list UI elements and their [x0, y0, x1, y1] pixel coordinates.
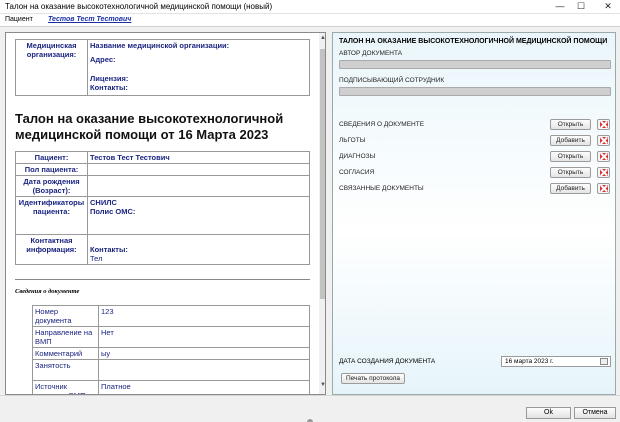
- org-address-label: Адрес:: [90, 55, 116, 64]
- row-label-document-info: СВЕДЕНИЯ О ДОКУМЕНТЕ: [339, 121, 425, 128]
- contact-info-label: Контактная информация:: [15, 234, 88, 265]
- window-title: Талон на оказание высокотехнологичной ме…: [5, 2, 273, 11]
- document-scrollbar[interactable]: ▲ ▼: [319, 33, 325, 394]
- delete-icon[interactable]: [597, 167, 610, 178]
- table-row: Комментарий ыу: [32, 347, 310, 360]
- delete-icon[interactable]: [597, 135, 610, 146]
- calendar-icon[interactable]: [600, 358, 608, 365]
- creation-date-picker[interactable]: 16 марта 2023 г.: [501, 356, 611, 367]
- close-icon[interactable]: ✕: [597, 0, 619, 13]
- title-bar: Талон на оказание высокотехнологичной ме…: [0, 0, 620, 14]
- table-row: Номер документа 123: [32, 305, 310, 327]
- minimize-icon[interactable]: —: [549, 0, 571, 13]
- org-license-label: Лицензия:: [90, 74, 129, 83]
- detail-label: Источник оказания ВМП: [32, 380, 99, 394]
- ids-label: Идентификаторы пациента:: [15, 196, 88, 235]
- patient-table: Пациент: Тестов Тест Тестович Пол пациен…: [15, 151, 310, 265]
- org-contacts-label: Контакты:: [90, 83, 128, 92]
- detail-value: 123: [98, 305, 310, 327]
- ids-value: СНИЛС Полис ОМС:: [87, 196, 310, 235]
- panel-title: ТАЛОН НА ОКАЗАНИЕ ВЫСОКОТЕХНОЛОГИЧНОЙ МЕ…: [339, 38, 608, 45]
- detail-value: ыу: [98, 347, 310, 360]
- maximize-icon[interactable]: ☐: [570, 0, 592, 13]
- delete-icon[interactable]: [597, 119, 610, 130]
- section-title: Сведения о документе: [15, 288, 80, 295]
- table-row: Направление на ВМП Нет: [32, 326, 310, 348]
- cancel-button[interactable]: Отмена: [574, 407, 616, 419]
- oms-label: Полис ОМС:: [90, 207, 136, 216]
- row-label-consents: СОГЛАСИЯ: [339, 169, 375, 176]
- detail-value: [98, 359, 310, 381]
- org-name-label: Название медицинской организации:: [90, 41, 230, 50]
- detail-value: Платное: [98, 380, 310, 394]
- patient-link[interactable]: Тестов Тест Тестович: [48, 16, 131, 23]
- org-details: Название медицинской организации: Адрес:…: [87, 39, 310, 96]
- row-label-benefits: ЛЬГОТЫ: [339, 137, 366, 144]
- document-title: Талон на оказание высокотехнологичной ме…: [15, 111, 284, 142]
- contact-info-value: Контакты: Тел: [87, 234, 310, 265]
- dialog-footer: Ok Отмена: [0, 395, 620, 422]
- document-preview[interactable]: Медицинская организация: Название медици…: [5, 32, 326, 395]
- creation-date-label: ДАТА СОЗДАНИЯ ДОКУМЕНТА: [339, 358, 436, 365]
- contact-contacts-label: Контакты:: [90, 245, 128, 254]
- patient-value: Тестов Тест Тестович: [87, 151, 310, 164]
- author-label: АВТОР ДОКУМЕНТА: [339, 50, 403, 57]
- scroll-up-icon[interactable]: ▲: [319, 35, 325, 43]
- open-consents-button[interactable]: Открыть: [550, 167, 591, 178]
- details-table: Номер документа 123 Направление на ВМП Н…: [32, 305, 310, 394]
- document-page: Медицинская организация: Название медици…: [6, 33, 319, 394]
- phone-label: Тел: [90, 254, 103, 263]
- snils-label: СНИЛС: [90, 198, 117, 207]
- patient-label: Пациент: [5, 16, 33, 23]
- print-protocol-button[interactable]: Печать протокола: [341, 373, 405, 384]
- detail-label: Номер документа: [32, 305, 99, 327]
- table-row: Источник оказания ВМП Платное: [32, 380, 310, 394]
- scroll-down-icon[interactable]: ▼: [319, 382, 325, 390]
- detail-label: Комментарий: [32, 347, 99, 360]
- signer-label: ПОДПИСЫВАЮЩИЙ СОТРУДНИК: [339, 77, 445, 84]
- scroll-thumb[interactable]: [320, 49, 325, 299]
- open-diagnoses-button[interactable]: Открыть: [550, 151, 591, 162]
- add-benefits-button[interactable]: Добавить: [550, 135, 591, 146]
- delete-icon[interactable]: [597, 183, 610, 194]
- document-panel: ТАЛОН НА ОКАЗАНИЕ ВЫСОКОТЕХНОЛОГИЧНОЙ МЕ…: [332, 32, 616, 395]
- birth-value: [87, 175, 310, 197]
- org-table: Медицинская организация: Название медици…: [15, 39, 310, 96]
- detail-label: Занятость: [32, 359, 99, 381]
- author-field[interactable]: [339, 60, 611, 69]
- sex-label: Пол пациента:: [15, 163, 88, 176]
- ok-button[interactable]: Ok: [526, 407, 571, 419]
- patient-label-cell: Пациент:: [15, 151, 88, 164]
- row-label-related-documents: СВЯЗАННЫЕ ДОКУМЕНТЫ: [339, 185, 424, 192]
- birth-label: Дата рождения (Возраст):: [15, 175, 88, 197]
- row-label-diagnoses: ДИАГНОЗЫ: [339, 153, 376, 160]
- delete-icon[interactable]: [597, 151, 610, 162]
- creation-date-value: 16 марта 2023 г.: [505, 358, 554, 365]
- divider: [15, 279, 310, 280]
- patient-bar: Пациент Тестов Тест Тестович: [0, 14, 620, 27]
- add-related-documents-button[interactable]: Добавить: [550, 183, 591, 194]
- org-label: Медицинская организация:: [15, 39, 88, 96]
- detail-value: Нет: [98, 326, 310, 348]
- sex-value: [87, 163, 310, 176]
- detail-label: Направление на ВМП: [32, 326, 99, 348]
- signer-field[interactable]: [339, 87, 611, 96]
- open-document-info-button[interactable]: Открыть: [550, 119, 591, 130]
- table-row: Занятость: [32, 359, 310, 381]
